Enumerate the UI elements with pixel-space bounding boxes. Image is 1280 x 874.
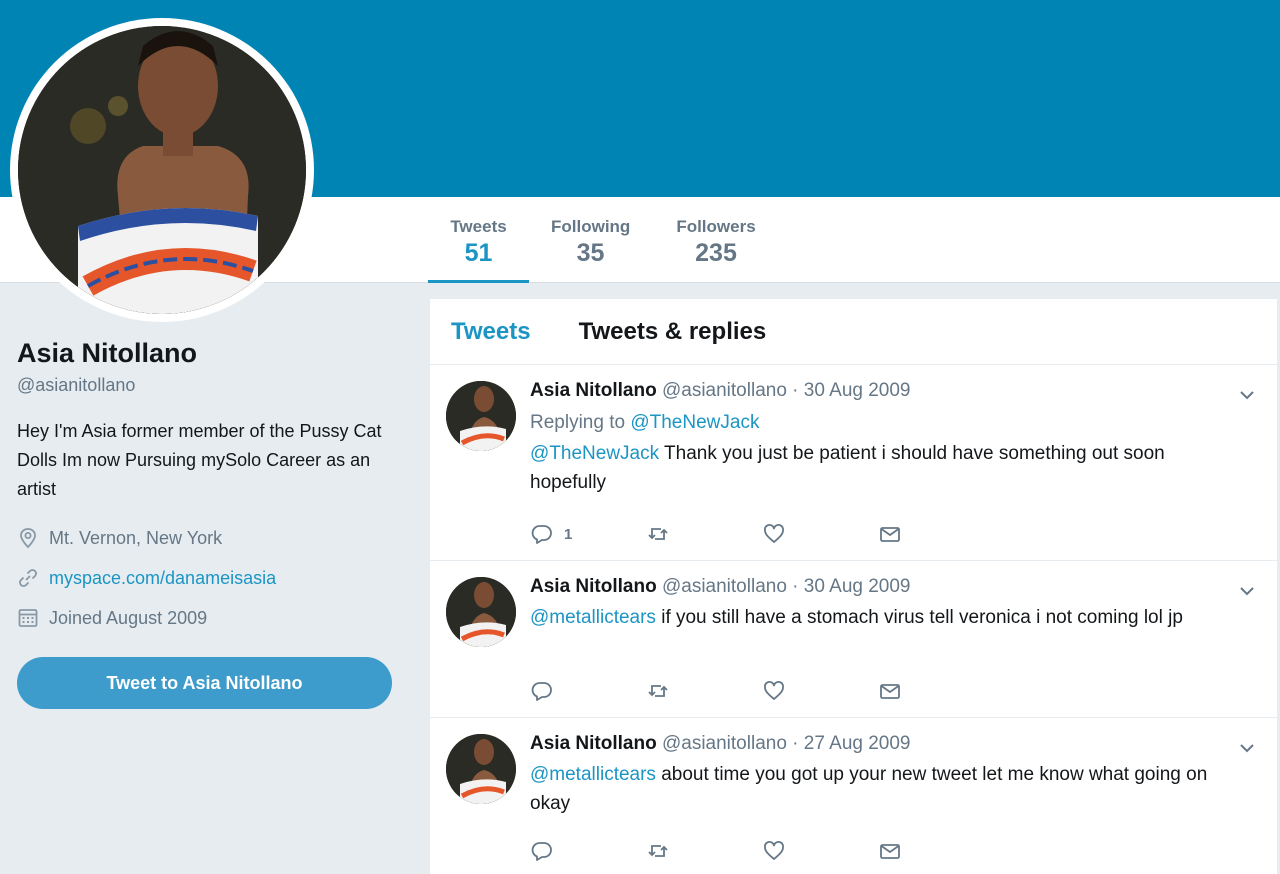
retweet-button[interactable] bbox=[646, 837, 762, 865]
replying-to: Replying to @TheNewJack bbox=[530, 409, 1257, 437]
tab-tweets[interactable]: Tweets bbox=[451, 318, 531, 346]
tweet-text: @TheNewJack Thank you just be patient i … bbox=[530, 439, 1230, 497]
location-pin-icon bbox=[17, 527, 39, 549]
profile-bio: Hey I'm Asia former member of the Pussy … bbox=[17, 421, 382, 499]
like-button[interactable] bbox=[762, 677, 878, 705]
tweet-separator: · bbox=[792, 733, 799, 754]
replying-to-label: Replying to bbox=[530, 412, 626, 433]
profile-avatar[interactable] bbox=[10, 18, 314, 322]
reply-button[interactable] bbox=[530, 837, 646, 865]
tweet[interactable]: Asia Nitollano @asianitollano · 30 Aug 2… bbox=[430, 365, 1277, 561]
timeline: Tweets Tweets & replies Asia Nitollano @… bbox=[430, 299, 1277, 874]
tweet[interactable]: Asia Nitollano @asianitollano · 27 Aug 2… bbox=[430, 718, 1277, 874]
tweet-timestamp[interactable]: 30 Aug 2009 bbox=[804, 576, 911, 597]
envelope-icon bbox=[880, 527, 900, 542]
profile-stats: Tweets 51 Following 35 Followers 235 bbox=[428, 197, 780, 283]
chevron-down-icon[interactable] bbox=[1237, 581, 1257, 601]
tweet-timestamp[interactable]: 27 Aug 2009 bbox=[804, 733, 911, 754]
tweet-author-handle[interactable]: @asianitollano bbox=[662, 380, 787, 401]
profile-meta: Mt. Vernon, New York myspace.com/danamei… bbox=[17, 518, 397, 638]
direct-message-button[interactable] bbox=[878, 837, 994, 865]
envelope-icon bbox=[880, 844, 900, 859]
replying-to-link[interactable]: @TheNewJack bbox=[630, 412, 759, 433]
tweet-header: Asia Nitollano @asianitollano · 30 Aug 2… bbox=[530, 573, 1257, 601]
tweet-header: Asia Nitollano @asianitollano · 27 Aug 2… bbox=[530, 730, 1257, 758]
tweet-actions bbox=[530, 837, 994, 865]
location-text: Mt. Vernon, New York bbox=[49, 527, 223, 548]
stat-label: Following bbox=[551, 217, 631, 236]
timeline-tabs: Tweets Tweets & replies bbox=[430, 299, 1277, 365]
calendar-icon bbox=[17, 607, 39, 629]
tweet-timestamp[interactable]: 30 Aug 2009 bbox=[804, 380, 911, 401]
reply-button[interactable] bbox=[530, 677, 646, 705]
retweet-icon bbox=[648, 528, 668, 540]
stat-followers[interactable]: Followers 235 bbox=[652, 197, 780, 283]
retweet-button[interactable] bbox=[646, 520, 762, 548]
tweet-author-name[interactable]: Asia Nitollano bbox=[530, 576, 657, 597]
link-icon bbox=[17, 567, 39, 589]
profile-location: Mt. Vernon, New York bbox=[17, 518, 397, 558]
heart-icon bbox=[764, 681, 784, 700]
profile-handle[interactable]: @asianitollano bbox=[17, 375, 397, 396]
reply-icon bbox=[531, 682, 552, 701]
reply-icon bbox=[531, 525, 552, 544]
tweet-text: @metallictears if you still have a stoma… bbox=[530, 603, 1230, 632]
tweet-avatar[interactable] bbox=[446, 734, 516, 804]
tweet-actions bbox=[530, 677, 994, 705]
tweet-mention[interactable]: @metallictears bbox=[530, 764, 656, 785]
chevron-down-icon[interactable] bbox=[1237, 738, 1257, 758]
stat-label: Followers bbox=[676, 217, 756, 236]
heart-icon bbox=[764, 841, 784, 860]
tweet-avatar-illustration bbox=[446, 381, 516, 451]
reply-icon bbox=[531, 842, 552, 861]
tweet-author-handle[interactable]: @asianitollano bbox=[662, 576, 787, 597]
tweet-header: Asia Nitollano @asianitollano · 30 Aug 2… bbox=[530, 377, 1257, 405]
tweet[interactable]: Asia Nitollano @asianitollano · 30 Aug 2… bbox=[430, 561, 1277, 718]
profile-joined: Joined August 2009 bbox=[17, 598, 397, 638]
envelope-icon bbox=[880, 684, 900, 699]
tweet-author-name[interactable]: Asia Nitollano bbox=[530, 733, 657, 754]
avatar-photo bbox=[18, 26, 306, 314]
profile-card: Asia Nitollano @asianitollano Hey I'm As… bbox=[17, 338, 397, 638]
stat-label: Tweets bbox=[450, 217, 507, 236]
tweet-mention[interactable]: @metallictears bbox=[530, 607, 656, 628]
joined-text: Joined August 2009 bbox=[49, 607, 208, 628]
retweet-button[interactable] bbox=[646, 677, 762, 705]
website-link[interactable]: myspace.com/danameisasia bbox=[49, 568, 276, 589]
stat-tweets[interactable]: Tweets 51 bbox=[428, 197, 529, 283]
tweet-avatar-illustration bbox=[446, 577, 516, 647]
direct-message-button[interactable] bbox=[878, 520, 994, 548]
tweet-separator: · bbox=[792, 576, 799, 597]
profile-name[interactable]: Asia Nitollano bbox=[17, 338, 397, 369]
tweet-author-handle[interactable]: @asianitollano bbox=[662, 733, 787, 754]
tweet-avatar[interactable] bbox=[446, 381, 516, 451]
tweet-actions: 1 bbox=[530, 520, 994, 548]
retweet-icon bbox=[648, 685, 668, 697]
stat-value: 35 bbox=[576, 239, 605, 267]
chevron-down-icon[interactable] bbox=[1237, 385, 1257, 405]
retweet-icon bbox=[648, 845, 668, 857]
stat-value: 235 bbox=[695, 239, 737, 267]
tweet-author-name[interactable]: Asia Nitollano bbox=[530, 380, 657, 401]
like-button[interactable] bbox=[762, 520, 878, 548]
tweet-separator: · bbox=[792, 380, 799, 401]
profile-website: myspace.com/danameisasia bbox=[17, 558, 397, 598]
tab-tweets-and-replies[interactable]: Tweets & replies bbox=[579, 318, 767, 346]
like-button[interactable] bbox=[762, 837, 878, 865]
tweet-mention[interactable]: @TheNewJack bbox=[530, 443, 659, 464]
heart-icon bbox=[764, 524, 784, 543]
stat-following[interactable]: Following 35 bbox=[529, 197, 652, 283]
avatar-illustration bbox=[18, 26, 306, 314]
tweet-text: @metallictears about time you got up you… bbox=[530, 760, 1230, 818]
reply-count: 1 bbox=[564, 525, 573, 543]
stat-value: 51 bbox=[464, 239, 493, 267]
reply-button[interactable]: 1 bbox=[530, 520, 646, 548]
tweet-avatar-illustration bbox=[446, 734, 516, 804]
tweet-avatar[interactable] bbox=[446, 577, 516, 647]
tweet-to-button[interactable]: Tweet to Asia Nitollano bbox=[17, 657, 392, 709]
direct-message-button[interactable] bbox=[878, 677, 994, 705]
tweet-body: if you still have a stomach virus tell v… bbox=[655, 607, 1183, 628]
